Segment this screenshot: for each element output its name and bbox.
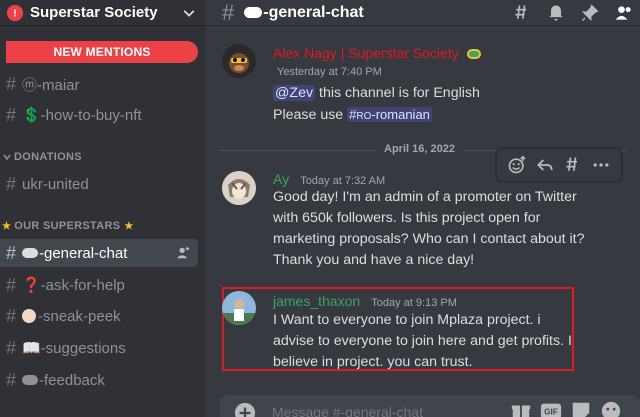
svg-text:!: !: [13, 8, 16, 19]
chevron-down-icon: [3, 154, 11, 161]
category-label: DONATIONS: [14, 151, 82, 163]
star-icon: ★: [124, 220, 134, 232]
message-body: I Want to everyone to join Mplaza projec…: [273, 310, 572, 373]
chat-main: # -general-chat Alex Nagy | Superstar So…: [206, 0, 640, 417]
avatar[interactable]: [222, 171, 256, 205]
message-header: james_thaxon Today at 9:13 PM: [273, 291, 457, 310]
message-text: this channel is for English: [315, 85, 480, 101]
svg-text:GIF: GIF: [544, 408, 558, 417]
message-line: Good day! I'm an admin of a promoter on …: [273, 189, 577, 205]
channel-sidebar: ! Superstar Society NEW MENTIONS # ⓜ-mai…: [0, 0, 206, 417]
category-our-superstars[interactable]: ★ OUR SUPERSTARS ★: [2, 220, 134, 232]
add-user-icon[interactable]: [176, 246, 190, 260]
hash-icon: #: [5, 337, 16, 358]
channel-label: ukr-united: [22, 175, 89, 193]
gift-icon[interactable]: [510, 400, 532, 417]
channel-label: ⓜ-maiar: [22, 76, 80, 94]
more-icon[interactable]: [591, 155, 611, 175]
star-icon: ★: [2, 220, 12, 232]
avatar[interactable]: [222, 44, 256, 78]
server-icon: !: [6, 4, 24, 21]
pin-icon[interactable]: [580, 3, 600, 23]
bell-icon[interactable]: [546, 3, 566, 23]
channel-label: -feedback: [39, 371, 105, 389]
channel-mention[interactable]: #RO-romanian: [347, 107, 432, 122]
message-body: Good day! I'm an admin of a promoter on …: [273, 187, 585, 271]
timestamp: Yesterday at 7:40 PM: [277, 66, 382, 78]
channel-label: 📖-suggestions: [22, 340, 126, 357]
avatar[interactable]: [222, 291, 256, 325]
chat-bubble-icon: [22, 248, 38, 258]
hash-icon: #: [5, 73, 16, 94]
hash-icon: #: [5, 369, 16, 390]
date-divider-label: April 16, 2022: [376, 143, 463, 155]
server-name: Superstar Society: [30, 4, 158, 21]
channel-feedback[interactable]: # -feedback: [0, 366, 206, 394]
message-text: Please use: [273, 107, 348, 123]
new-mentions-button[interactable]: NEW MENTIONS: [6, 41, 198, 63]
message-body: @Zev this channel is for English Please …: [273, 83, 480, 127]
author-name[interactable]: Ay: [273, 171, 289, 187]
channel-title: -general-chat: [263, 3, 364, 21]
gif-icon[interactable]: GIF: [540, 400, 562, 417]
hash-icon: #: [5, 104, 16, 125]
channel-ask-for-help[interactable]: # ❓-ask-for-help: [0, 271, 206, 299]
user-mention[interactable]: @Zev: [273, 85, 316, 101]
message-line: with 650k followers. Is this project ope…: [273, 210, 541, 226]
server-header[interactable]: ! Superstar Society: [0, 0, 206, 26]
sticker-icon[interactable]: [570, 400, 592, 417]
channel-label: 💲-how-to-buy-nft: [22, 107, 142, 124]
message-line: Thank you and have a nice day!: [273, 252, 475, 268]
chat-bubble-icon: [244, 7, 263, 18]
author-name[interactable]: Alex Nagy | Superstar Society: [273, 45, 459, 61]
message-line: advise to everyone to join here and get …: [273, 333, 572, 349]
category-donations[interactable]: DONATIONS: [2, 151, 82, 163]
channel-header: # -general-chat: [206, 0, 640, 26]
hash-icon: #: [5, 242, 16, 263]
message-line: believe in project. you can trust.: [273, 354, 473, 370]
channel-suggestions[interactable]: # 📖-suggestions: [0, 334, 206, 362]
emoji-icon[interactable]: [600, 400, 622, 417]
person-avatar-icon: [222, 291, 256, 325]
channel-ukr-united[interactable]: # ukr-united: [0, 170, 206, 198]
channel-maiar[interactable]: # ⓜ-maiar: [0, 70, 206, 98]
hash-icon: #: [5, 305, 16, 326]
message-action-bar: [496, 148, 622, 182]
message-composer[interactable]: Message #-general-chat GIF: [220, 395, 640, 417]
channel-sneak-peek[interactable]: # -sneak-peek: [0, 302, 206, 330]
face-icon: [22, 309, 36, 323]
hash-icon: #: [5, 274, 16, 295]
create-thread-icon[interactable]: [563, 155, 583, 175]
timestamp: Today at 9:13 PM: [371, 297, 457, 309]
chevron-down-icon[interactable]: [182, 6, 196, 20]
add-reaction-icon[interactable]: [507, 155, 527, 175]
ape-avatar-icon: [222, 44, 256, 78]
hash-icon: #: [5, 173, 16, 194]
author-name[interactable]: james_thaxon: [273, 293, 360, 309]
message-input[interactable]: Message #-general-chat: [272, 404, 423, 417]
category-label: OUR SUPERSTARS: [14, 220, 121, 232]
reply-icon[interactable]: [535, 155, 555, 175]
channel-general-chat[interactable]: # -general-chat: [0, 239, 198, 267]
message-line: marketing proposals? Who can I contact a…: [273, 231, 585, 247]
chat-bubble-icon: [22, 375, 38, 385]
channel-label: ❓-ask-for-help: [22, 277, 125, 294]
header-toolbar: [512, 3, 634, 23]
plus-circle-icon[interactable]: [234, 402, 256, 417]
members-icon[interactable]: [614, 3, 634, 23]
timestamp: Today at 7:32 AM: [300, 175, 386, 187]
message-line: I Want to everyone to join Mplaza projec…: [273, 312, 541, 328]
channel-label: -general-chat: [39, 244, 128, 262]
badge-icon: [466, 48, 481, 59]
message-header: Alex Nagy | Superstar Society: [273, 43, 481, 62]
message-header: Ay Today at 7:32 AM: [273, 169, 385, 188]
threads-icon[interactable]: [512, 3, 532, 23]
channel-how-to-buy-nft[interactable]: # 💲-how-to-buy-nft: [0, 101, 206, 129]
hash-icon: #: [222, 0, 235, 25]
channel-label: -sneak-peek: [38, 307, 121, 325]
anime-avatar-icon: [222, 171, 256, 205]
